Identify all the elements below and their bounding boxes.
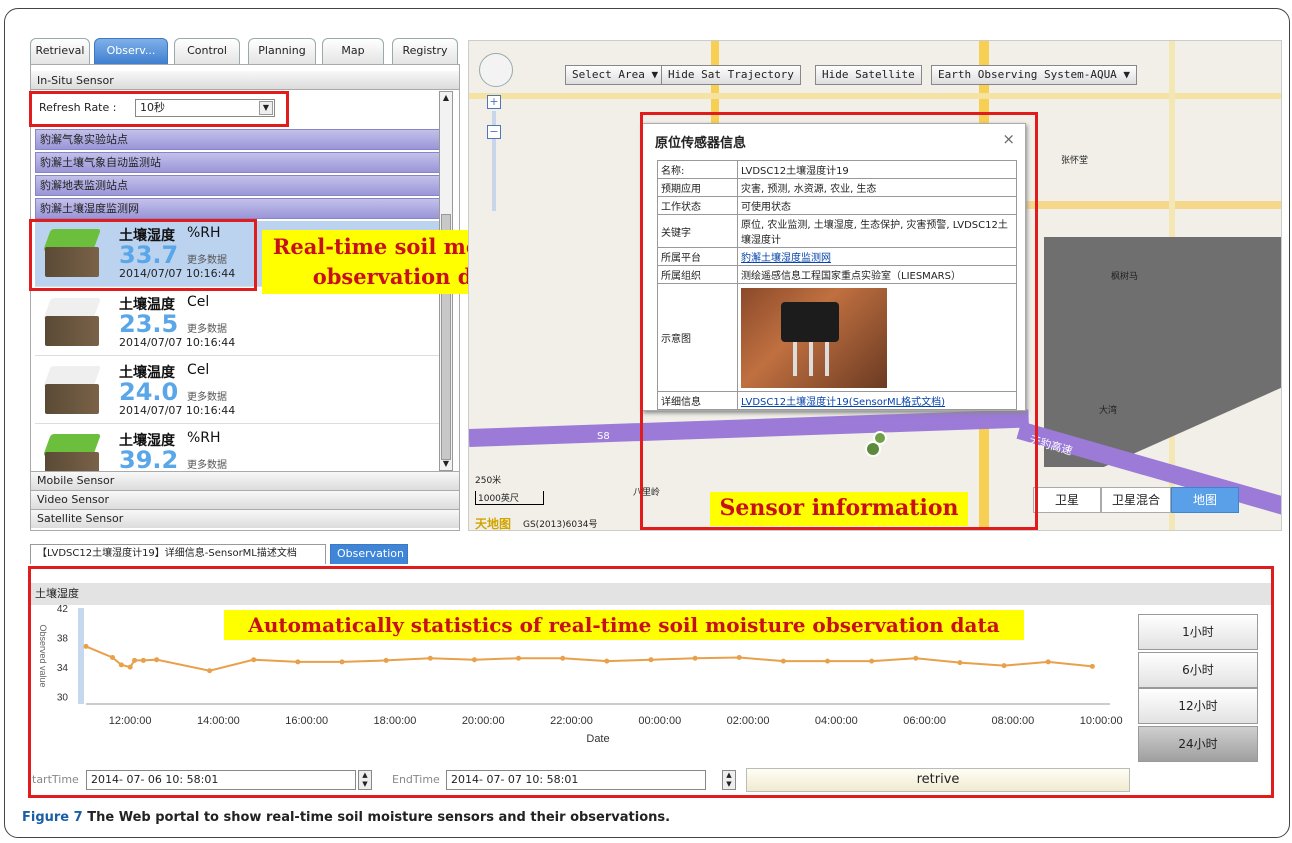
sensor-value: 23.5 [119, 310, 179, 338]
station-item[interactable]: 豹澥土壤气象自动监测站 [35, 152, 451, 173]
map-brand-logo: 天地图 [475, 517, 512, 531]
figure-caption: Figure 7 The Web portal to show real-tim… [22, 810, 670, 825]
hide-sat-trajectory-button[interactable]: Hide Sat Trajectory [661, 65, 801, 85]
soil-cube-icon [42, 434, 102, 471]
select-area-select[interactable]: Select Area ▼ [565, 65, 666, 85]
map-type-hybrid[interactable]: 卫星混合 [1101, 487, 1171, 513]
auto-stats-callout: Automatically statistics of real-time so… [224, 610, 1024, 640]
tab-planning[interactable]: Planning [248, 38, 316, 64]
map-label: S8 [597, 431, 610, 442]
tab-map[interactable]: Map [322, 38, 384, 64]
zoom-handle[interactable]: − [487, 125, 501, 139]
sensor-item[interactable]: 土壤温度 Cel 23.5 更多数据 2014/07/07 10:16:44 [35, 290, 439, 356]
more-data-link[interactable]: 更多数据 [187, 456, 227, 471]
map-area [1044, 237, 1281, 387]
map-type-map[interactable]: 地图 [1171, 487, 1239, 513]
popup-highlight-box [640, 112, 1038, 530]
sensor-unit: Cel [187, 362, 210, 378]
sensor-value: 39.2 [119, 446, 179, 471]
mobile-sensor-bar[interactable]: Mobile Sensor [31, 471, 459, 490]
sensor-unit: %RH [187, 430, 221, 446]
sensor-value: 24.0 [119, 378, 179, 406]
sensor-time: 2014/07/07 10:16:44 [119, 404, 236, 417]
video-sensor-bar[interactable]: Video Sensor [31, 490, 459, 509]
scale-feet: 1000英尺 [475, 491, 544, 505]
satellite-select[interactable]: Earth Observing System-AQUA ▼ [931, 65, 1138, 85]
station-item[interactable]: 豹澥气象实验站点 [35, 129, 451, 150]
caption-text: The Web portal to show real-time soil mo… [82, 810, 671, 825]
tab-retrieval[interactable]: Retrieval [30, 38, 90, 64]
zoom-in-icon[interactable]: + [487, 95, 501, 109]
chart-highlight-box [28, 566, 1274, 798]
main-tabs: Retrieval Observ... Control Planning Map… [30, 38, 460, 64]
map-type-satellite[interactable]: 卫星 [1033, 487, 1101, 513]
hide-satellite-button[interactable]: Hide Satellite [815, 65, 922, 85]
insitu-sensor-bar[interactable]: In-Situ Sensor [31, 71, 459, 90]
sensor-time: 2014/07/07 10:16:44 [119, 336, 236, 349]
satellite-sensor-bar[interactable]: Satellite Sensor [31, 509, 459, 528]
caption-label: Figure 7 [22, 810, 83, 825]
sensor-item[interactable]: 土壤温度 Cel 24.0 更多数据 2014/07/07 10:16:44 [35, 358, 439, 424]
sensor-highlight-box [29, 219, 257, 291]
more-data-link[interactable]: 更多数据 [187, 388, 227, 403]
map-label: 大湾 [1099, 406, 1118, 416]
sensor-info-callout: Sensor information [710, 492, 968, 526]
sensor-unit: Cel [187, 294, 210, 310]
station-item[interactable]: 豹澥土壤湿度监测网 [35, 198, 451, 219]
station-item[interactable]: 豹澥地表监测站点 [35, 175, 451, 196]
scroll-up-icon[interactable]: ▲ [441, 92, 451, 104]
tab-control[interactable]: Control [174, 38, 240, 64]
map-pan-control[interactable] [479, 53, 513, 87]
soil-cube-icon [42, 366, 102, 416]
more-data-link[interactable]: 更多数据 [187, 320, 227, 335]
tab-observation[interactable]: Observ... [94, 38, 168, 64]
tab-registry[interactable]: Registry [392, 38, 458, 64]
refresh-highlight-box [29, 91, 289, 127]
scale-meters: 250米 [475, 476, 502, 486]
scroll-down-icon[interactable]: ▼ [441, 458, 451, 470]
map-copyright: GS(2013)6034号 [523, 520, 598, 530]
tab-observation-chart[interactable]: Observation [330, 544, 408, 564]
map-label: 枫树马 [1111, 272, 1139, 282]
sensor-item[interactable]: 土壤湿度 %RH 39.2 更多数据 [35, 426, 439, 471]
soil-cube-icon [42, 298, 102, 348]
map-label: 张怀堂 [1061, 156, 1089, 166]
sensor-panel: In-Situ Sensor Refresh Rate : 10秒 ▼ 豹澥气象实… [30, 64, 460, 531]
map-road [469, 93, 1281, 99]
tab-sensorml[interactable]: 【LVDSC12土壤湿度计19】详细信息-SensorML描述文档 [30, 544, 326, 564]
